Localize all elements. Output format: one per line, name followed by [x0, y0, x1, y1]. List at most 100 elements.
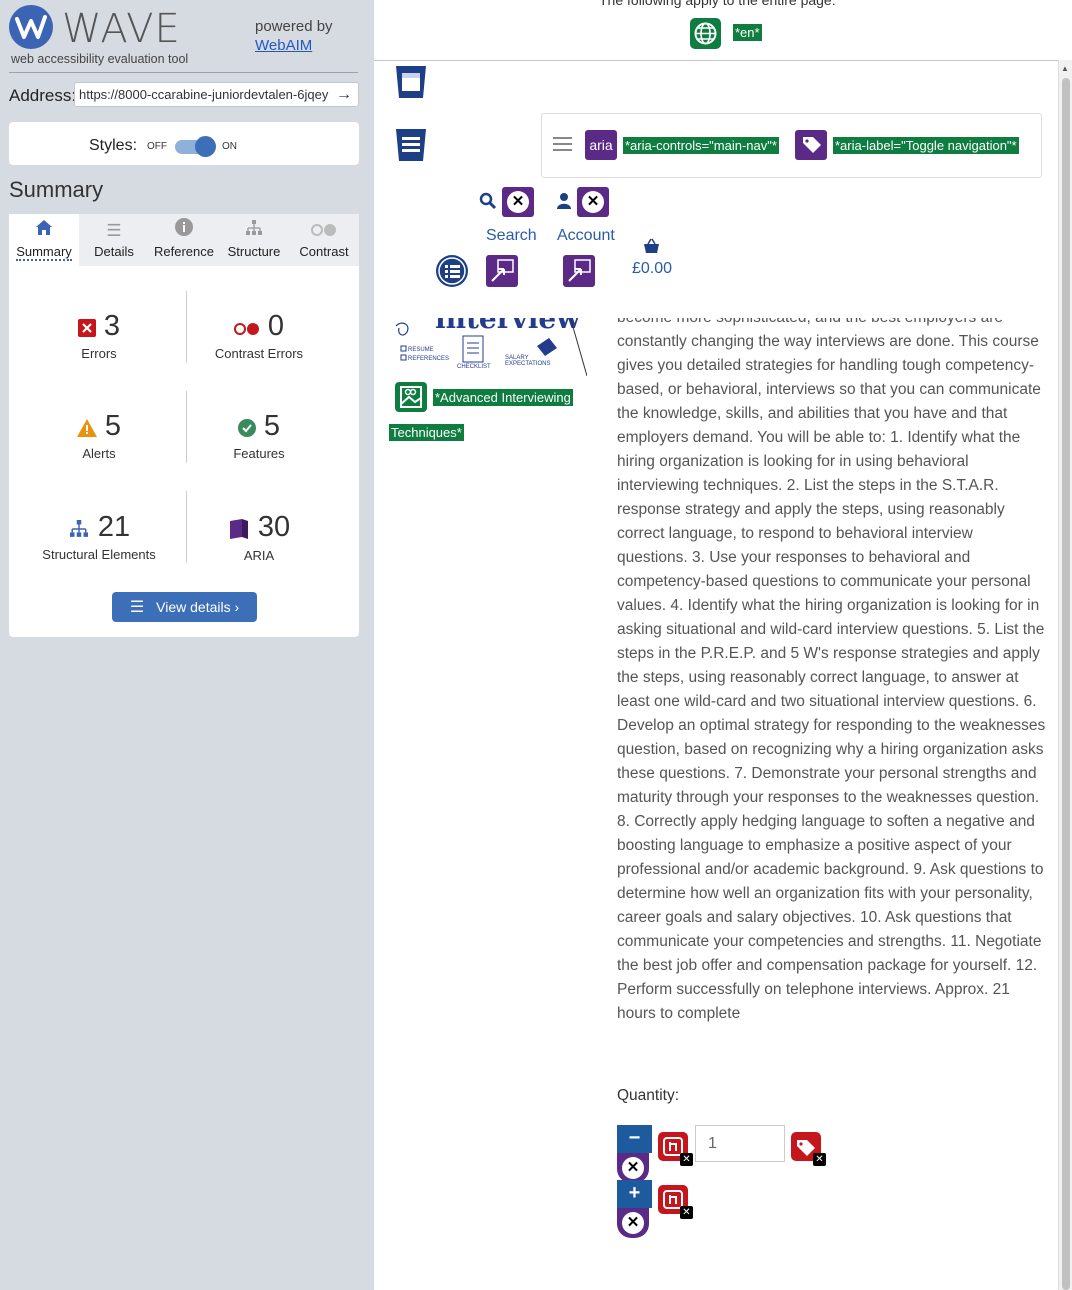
empty-button-error-icon[interactable]: ✕: [658, 1185, 693, 1219]
close-icon: ✕: [507, 191, 529, 213]
alert-icon: [76, 419, 97, 442]
home-icon: [9, 214, 79, 244]
scrollbar-thumb[interactable]: [1062, 78, 1070, 1290]
features-label: Features: [233, 446, 285, 461]
aria-popup-icon[interactable]: [486, 255, 518, 287]
decrement-button[interactable]: −: [617, 1125, 652, 1153]
wave-sidebar: WAVE web accessibility evaluation tool p…: [0, 0, 374, 1290]
stat-errors[interactable]: 3 Errors: [14, 310, 184, 361]
list-icon: ☰: [129, 599, 145, 616]
alt-text-tag-continued: Techniques*: [389, 424, 464, 441]
view-details-button[interactable]: ☰ View details ›: [112, 592, 257, 622]
tab-structure[interactable]: Structure: [219, 214, 289, 266]
quantity-input[interactable]: 1: [695, 1125, 785, 1162]
svg-text:RESUME: RESUME: [408, 347, 434, 353]
aria-hidden-icon[interactable]: ✕: [617, 1153, 649, 1183]
hamburger-icon[interactable]: [553, 137, 572, 139]
thumb-title: interview: [435, 318, 581, 335]
info-icon: [149, 214, 219, 244]
quantity-label: Quantity:: [617, 1087, 680, 1104]
close-icon: ✕: [813, 1153, 826, 1166]
increment-button[interactable]: +: [617, 1180, 652, 1208]
structure-icon: [68, 520, 90, 543]
wave-logo-text: WAVE: [62, 6, 181, 52]
header-structure-icon[interactable]: [393, 64, 429, 100]
page-wide-annotations: The following apply to the entire page: …: [374, 0, 1072, 61]
close-icon: ✕: [680, 1206, 693, 1219]
aria-icon: [228, 518, 250, 545]
view-details-label: View details ›: [156, 599, 240, 615]
product-description: become more sophisticated, and the best …: [617, 318, 1047, 1053]
stat-contrast-errors[interactable]: 0 Contrast Errors: [174, 310, 344, 361]
svg-text:CHECKLIST: CHECKLIST: [457, 364, 491, 370]
page-wide-note: The following apply to the entire page:: [599, 0, 836, 8]
linked-image-alt-icon[interactable]: [395, 382, 427, 412]
basket-total[interactable]: £0.00: [632, 260, 672, 278]
errors-label: Errors: [81, 346, 117, 361]
product-image: interview RESUME REFERENCES CHECKLIST SA…: [393, 318, 587, 376]
go-arrow-icon[interactable]: →: [333, 83, 352, 106]
empty-button-error-icon[interactable]: ✕: [658, 1132, 693, 1166]
language-globe-icon[interactable]: [690, 18, 721, 49]
summary-card: 3 Errors 0 Contrast Errors 5 Alerts 5 Fe…: [9, 266, 359, 637]
structural-count: 21: [97, 511, 131, 543]
tab-summary-label: Summary: [16, 244, 72, 261]
address-label: Address:: [9, 86, 77, 105]
alt-text-tag: *Advanced Interviewing: [433, 389, 573, 406]
tab-contrast[interactable]: Contrast: [289, 214, 359, 266]
user-icon[interactable]: [556, 192, 572, 215]
account-link[interactable]: Account: [557, 227, 615, 245]
close-icon: ✕: [622, 1157, 644, 1179]
scroll-up-icon[interactable]: ▲: [1061, 64, 1069, 73]
contrast-errors-count: 0: [267, 310, 285, 342]
stat-alerts[interactable]: 5 Alerts: [14, 410, 184, 461]
list-structure-icon[interactable]: [436, 255, 468, 287]
styles-toggle-knob[interactable]: [195, 136, 216, 157]
close-icon: ✕: [680, 1153, 693, 1166]
alerts-count: 5: [104, 410, 122, 442]
search-icon[interactable]: [479, 192, 497, 215]
panel-title: Summary: [9, 177, 104, 202]
styles-label: Styles:: [89, 137, 138, 154]
tab-structure-label: Structure: [227, 244, 281, 259]
webaim-link[interactable]: WebAIM: [255, 37, 312, 54]
close-icon: ✕: [582, 191, 604, 213]
wave-logo-icon[interactable]: [9, 5, 53, 49]
stat-structural[interactable]: 21 Structural Elements: [14, 511, 184, 562]
contrast-errors-label: Contrast Errors: [214, 346, 304, 361]
panel-tabs: Summary ☰ Details Reference Structure Co…: [9, 214, 359, 266]
feature-check-icon: [237, 419, 256, 442]
aria-hidden-icon[interactable]: ✕: [502, 187, 534, 217]
stat-aria[interactable]: 30 ARIA: [174, 511, 344, 563]
styles-on-label: ON: [222, 141, 237, 152]
aria-controls-tag: *aria-controls="main-nav"*: [623, 137, 779, 154]
hierarchy-icon: [219, 214, 289, 244]
error-icon: [77, 319, 96, 342]
tab-details-label: Details: [94, 244, 134, 259]
alerts-label: Alerts: [82, 446, 116, 461]
aria-popup-icon[interactable]: [563, 255, 595, 287]
aria-label-icon[interactable]: [795, 130, 827, 160]
address-value[interactable]: https://8000-ccarabine-juniordevtalen-6j…: [79, 87, 328, 102]
address-input[interactable]: https://8000-ccarabine-juniordevtalen-6j…: [74, 82, 359, 107]
aria-label: ARIA: [243, 548, 275, 564]
basket-icon[interactable]: [642, 238, 661, 259]
description-text: become more sophisticated, and the best …: [617, 318, 1046, 1022]
close-icon: ✕: [622, 1212, 644, 1234]
tab-reference[interactable]: Reference: [149, 214, 219, 266]
stat-features[interactable]: 5 Features: [174, 410, 344, 461]
tab-details[interactable]: ☰ Details: [79, 214, 149, 266]
missing-label-error-icon[interactable]: ✕: [791, 1132, 826, 1166]
list-icon: ☰: [106, 221, 122, 240]
aria-hidden-icon[interactable]: ✕: [577, 187, 609, 217]
aria-badge-icon[interactable]: aria: [585, 130, 617, 160]
tab-reference-label: Reference: [154, 244, 214, 259]
tab-summary[interactable]: Summary: [9, 214, 79, 266]
navigation-structure-icon[interactable]: [393, 127, 429, 163]
search-link[interactable]: Search: [486, 227, 537, 245]
divider: [9, 72, 358, 73]
structural-label: Structural Elements: [42, 547, 156, 562]
powered-by-label: powered by: [255, 18, 333, 35]
aria-hidden-icon[interactable]: ✕: [617, 1208, 649, 1238]
contrast-error-icon: [233, 322, 260, 340]
